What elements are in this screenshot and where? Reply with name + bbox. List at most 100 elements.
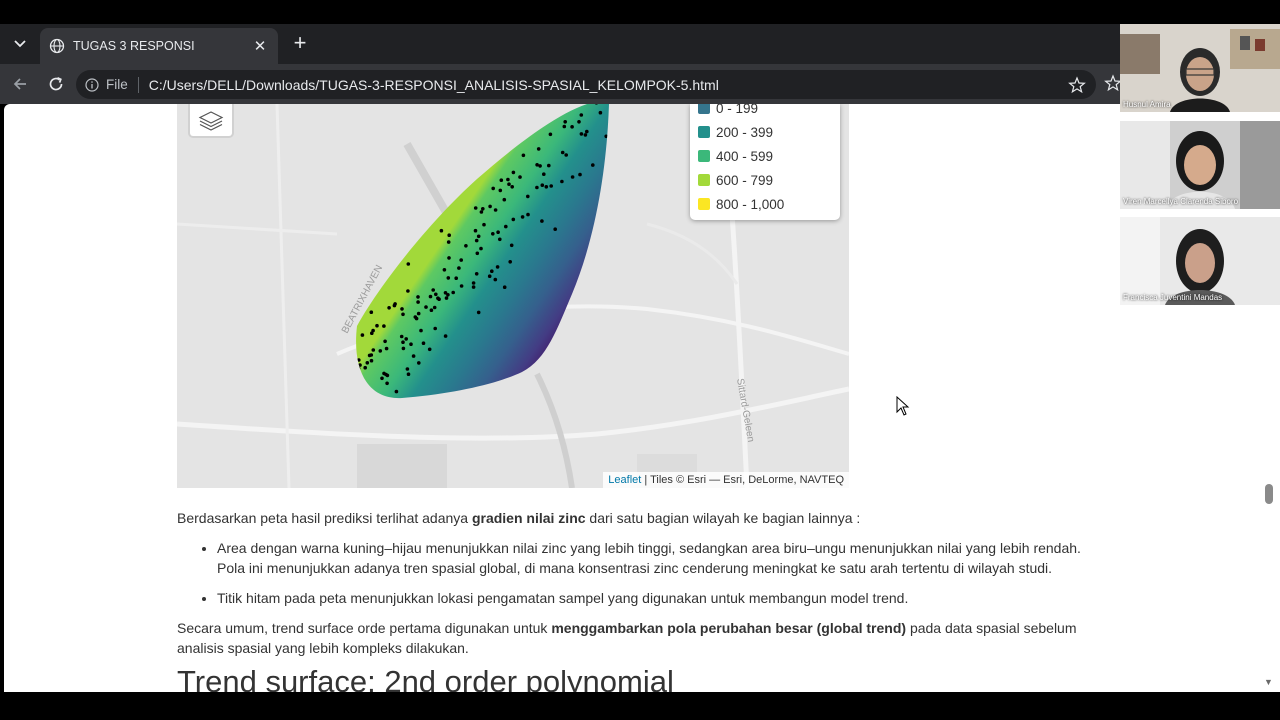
tab-search-chevron-icon[interactable]	[6, 32, 34, 56]
sample-point	[547, 163, 551, 168]
sample-point	[548, 132, 553, 137]
sample-point	[562, 124, 567, 129]
sample-point	[444, 296, 449, 300]
sample-point	[446, 276, 451, 280]
sample-point	[509, 243, 514, 248]
sample-point	[585, 129, 589, 134]
mouse-cursor-icon	[896, 396, 910, 416]
sample-point	[482, 222, 486, 227]
sample-point	[476, 234, 481, 239]
sample-point	[498, 188, 503, 193]
list-item: Area dengan warna kuning–hijau menunjukk…	[217, 538, 1097, 578]
sample-point	[577, 120, 581, 124]
back-arrow-icon[interactable]	[8, 72, 32, 96]
participant-video	[1120, 24, 1280, 112]
sample-point	[488, 204, 492, 209]
participant-tile[interactable]: Husnul Amira	[1120, 24, 1280, 112]
legend-label: 600 - 799	[716, 172, 774, 188]
address-bar[interactable]: File C:/Users/DELL/Downloads/TUGAS-3-RES…	[76, 70, 1096, 99]
sample-point	[369, 310, 374, 314]
layers-control-button[interactable]	[188, 104, 234, 138]
legend-swatch	[698, 126, 710, 138]
sample-point	[401, 312, 405, 317]
sample-point	[521, 153, 526, 158]
section-heading: Trend surface: 2nd order polynomial	[177, 664, 674, 692]
legend-label: 200 - 399	[716, 124, 774, 140]
sample-point	[443, 334, 448, 338]
sample-point	[421, 341, 426, 345]
info-icon[interactable]	[85, 77, 99, 92]
sample-point	[499, 178, 504, 182]
scrollbar-thumb[interactable]	[1265, 484, 1273, 504]
text: Berdasarkan peta hasil prediksi terlihat…	[177, 510, 472, 526]
sample-point	[400, 307, 404, 311]
sample-point	[591, 163, 595, 167]
sample-point	[540, 219, 544, 223]
sample-point	[385, 381, 389, 386]
sample-point	[570, 125, 574, 129]
participant-video	[1120, 121, 1280, 209]
map-legend: 0 - 199 200 - 399 400 - 599 600 - 799 80…	[690, 104, 840, 220]
attribution-text: | Tiles © Esri — Esri, DeLorme, NAVTEQ	[641, 474, 844, 486]
sample-point	[380, 376, 384, 381]
reload-icon[interactable]	[44, 72, 68, 96]
sample-point	[474, 238, 479, 243]
sample-point	[540, 183, 545, 187]
sample-point	[427, 347, 432, 352]
sample-point	[375, 323, 379, 328]
sample-point	[459, 258, 464, 262]
map-attribution: Leaflet | Tiles © Esri — Esri, DeLorme, …	[603, 472, 849, 488]
sample-point	[487, 274, 492, 278]
sample-point	[506, 177, 510, 182]
sample-point	[401, 346, 406, 351]
sample-point	[406, 262, 411, 266]
sample-point	[563, 120, 567, 124]
sample-point	[434, 292, 438, 297]
sample-point	[560, 179, 564, 184]
sample-point	[429, 308, 434, 312]
sample-point	[564, 153, 568, 157]
sample-point	[464, 244, 468, 248]
browser-tab[interactable]: TUGAS 3 RESPONSI ✕	[40, 28, 278, 64]
leaflet-map[interactable]: BEATRIXHAVEN Sittard-Geleen 0 - 199 200 …	[177, 104, 849, 488]
sample-point	[369, 358, 374, 363]
participant-tile[interactable]: Francisca Juventini Mandas	[1120, 217, 1280, 305]
sample-point	[491, 232, 495, 236]
leaflet-link[interactable]: Leaflet	[608, 474, 641, 486]
legend-label: 400 - 599	[716, 148, 774, 164]
participant-tile[interactable]: Viren Marcellya Clarenda Siboro	[1120, 121, 1280, 209]
sample-point	[413, 315, 418, 319]
sample-point	[598, 110, 603, 115]
legend-swatch	[698, 104, 710, 114]
legend-item: 200 - 399	[698, 123, 773, 141]
sample-point	[542, 172, 546, 176]
participant-name: Husnul Amira	[1123, 100, 1171, 109]
sample-point	[526, 194, 530, 199]
sample-point	[405, 367, 410, 371]
list-item: Titik hitam pada peta menunjukkan lokasi…	[217, 588, 1097, 608]
scroll-down-arrow-icon[interactable]: ▼	[1264, 677, 1273, 687]
sample-point	[436, 296, 440, 300]
sample-point	[535, 185, 539, 190]
sample-point	[495, 265, 500, 269]
layers-icon	[198, 111, 224, 131]
sample-point	[493, 277, 498, 282]
bookmark-star-icon[interactable]	[1068, 76, 1086, 94]
bold-text: gradien nilai zinc	[471, 510, 586, 526]
sample-point	[432, 305, 437, 310]
text: dari satu bagian wilayah ke bagian lainn…	[585, 510, 861, 526]
url-text[interactable]: C:/Users/DELL/Downloads/TUGAS-3-RESPONSI…	[149, 77, 719, 93]
close-tab-icon[interactable]: ✕	[250, 36, 270, 56]
sample-point	[419, 328, 423, 333]
text: Secara umum, trend surface orde pertama …	[177, 620, 552, 636]
sample-point	[459, 284, 464, 288]
tab-strip: TUGAS 3 RESPONSI ✕ +	[0, 24, 1120, 64]
sample-point	[406, 289, 410, 293]
legend-item: 800 - 1,000	[698, 195, 784, 213]
sample-point	[378, 349, 383, 353]
new-tab-plus-icon[interactable]: +	[288, 32, 312, 56]
divider	[137, 76, 139, 93]
sample-point	[493, 208, 498, 212]
sample-point	[370, 331, 374, 335]
sample-point	[490, 269, 494, 273]
